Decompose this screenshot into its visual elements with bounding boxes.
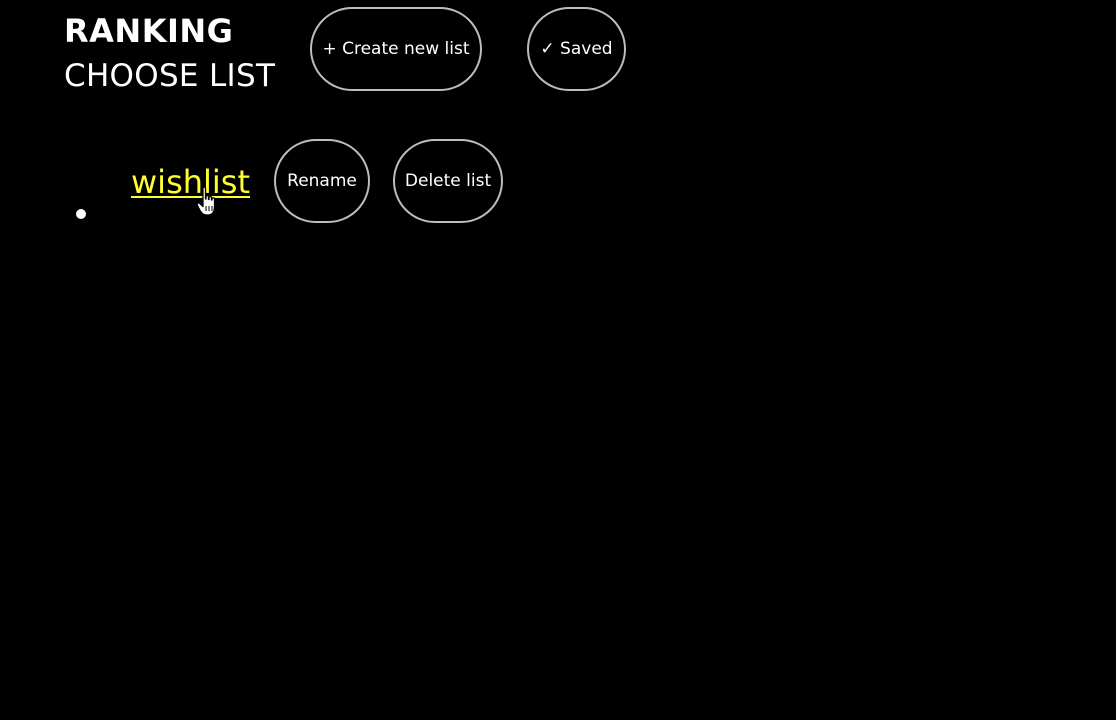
- page-title: RANKING: [64, 12, 234, 50]
- list-bullet: [76, 209, 86, 219]
- page-subtitle: CHOOSE LIST: [64, 58, 276, 94]
- list-link-wishlist[interactable]: wishlist: [131, 162, 250, 202]
- rename-button[interactable]: Rename: [274, 139, 370, 223]
- create-new-list-button[interactable]: + Create new list: [310, 7, 482, 91]
- hand-pointer-icon: [196, 186, 216, 216]
- title-block: RANKING CHOOSE LIST: [64, 12, 275, 96]
- saved-button[interactable]: ✓ Saved: [527, 7, 626, 91]
- ranking-page: RANKING CHOOSE LIST + Create new list ✓ …: [0, 0, 1116, 720]
- delete-list-button[interactable]: Delete list: [393, 139, 503, 223]
